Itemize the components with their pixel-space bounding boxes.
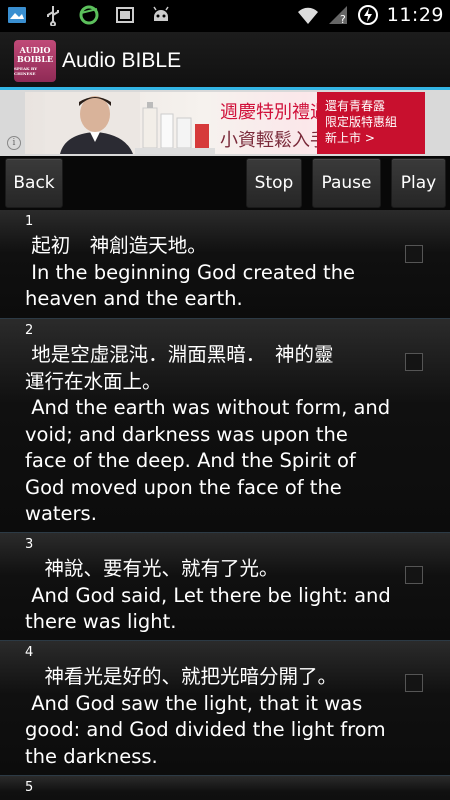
notification-icons xyxy=(6,4,172,26)
verse-text: 神說、要有光、就有了光。 And God said, Let there be … xyxy=(25,557,391,633)
wifi-icon xyxy=(297,7,318,24)
ad-banner-row: i 週慶特別禮遇 小資輕鬆入手 還有青春露 限定版特惠組 新上市 > xyxy=(0,90,450,156)
clock: 11:29 xyxy=(386,4,444,26)
ad-headline: 週慶特別禮遇 小資輕鬆入手 xyxy=(220,102,328,151)
playback-controls: Back Stop Pause Play xyxy=(0,156,450,210)
system-status: ? 11:29 xyxy=(297,4,444,26)
verse-number: 1 xyxy=(25,214,34,229)
verse-number: 4 xyxy=(25,645,34,660)
verse-checkbox[interactable] xyxy=(405,566,423,584)
ad-product-image xyxy=(135,102,215,154)
image-notification-icon xyxy=(8,7,26,23)
action-bar: AUDIO BOIBLE SPEAK BY CHINESE Audio BIBL… xyxy=(0,32,450,90)
app-logo[interactable]: AUDIO BOIBLE SPEAK BY CHINESE xyxy=(14,40,56,82)
back-button[interactable]: Back xyxy=(5,158,63,208)
pause-button[interactable]: Pause xyxy=(312,158,381,208)
verse-text: 起初 神創造天地。 In the beginning God created t… xyxy=(25,234,356,310)
list-item[interactable]: 4 神看光是好的、就把光暗分開了。 And God saw the light,… xyxy=(0,641,450,776)
play-button[interactable]: Play xyxy=(391,158,446,208)
android-debug-icon xyxy=(153,6,169,21)
verse-list[interactable]: 1 起初 神創造天地。 In the beginning God created… xyxy=(0,210,450,800)
list-item[interactable]: 1 起初 神創造天地。 In the beginning God created… xyxy=(0,210,450,319)
verse-checkbox[interactable] xyxy=(405,245,423,263)
verse-checkbox[interactable] xyxy=(405,674,423,692)
list-item[interactable]: 2 地是空虛混沌．淵面黑暗． 神的靈 運行在水面上。 And the earth… xyxy=(0,319,450,533)
battery-charging-icon xyxy=(357,5,378,25)
verse-text: 地是空虛混沌．淵面黑暗． 神的靈 運行在水面上。 And the earth w… xyxy=(25,343,391,525)
ad-model-image xyxy=(45,92,140,154)
browser-icon xyxy=(79,5,99,25)
ad-banner[interactable]: 週慶特別禮遇 小資輕鬆入手 還有青春露 限定版特惠組 新上市 > xyxy=(25,92,425,154)
verse-text: 神看光是好的、就把光暗分開了。 And God saw the light, t… xyxy=(25,665,386,768)
svg-text:?: ? xyxy=(340,13,346,26)
verse-number: 2 xyxy=(25,323,34,338)
verse-checkbox[interactable] xyxy=(405,353,423,371)
verse-number: 5 xyxy=(25,780,34,795)
status-bar: ? 11:29 xyxy=(0,0,450,32)
ad-info-icon[interactable]: i xyxy=(7,136,21,150)
screenshot-icon xyxy=(116,7,134,23)
verse-number: 3 xyxy=(25,537,34,552)
usb-icon xyxy=(47,6,59,26)
app-title: Audio BIBLE xyxy=(62,49,182,72)
ad-offer-panel: 還有青春露 限定版特惠組 新上市 > xyxy=(317,92,425,154)
signal-icon: ? xyxy=(328,6,347,26)
list-item[interactable]: 5 xyxy=(0,776,450,800)
stop-button[interactable]: Stop xyxy=(246,158,302,208)
list-item[interactable]: 3 神說、要有光、就有了光。 And God said, Let there b… xyxy=(0,533,450,641)
